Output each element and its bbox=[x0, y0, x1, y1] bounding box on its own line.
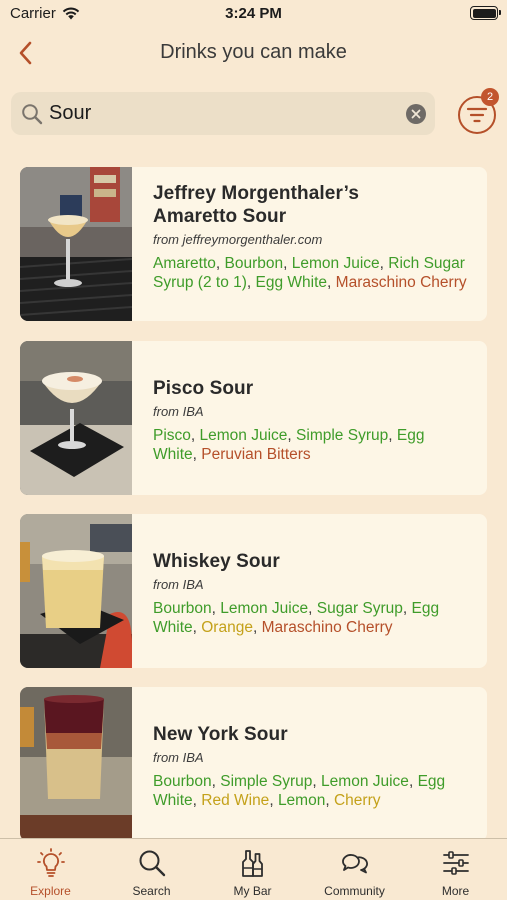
ingredient-available: Egg White bbox=[255, 274, 328, 291]
ingredient-available: Pisco bbox=[153, 427, 191, 444]
ingredient-list: Amaretto, Bourbon, Lemon Juice, Rich Sug… bbox=[153, 255, 467, 291]
tab-label: Search bbox=[132, 884, 171, 898]
tab-label: Explore bbox=[30, 884, 71, 898]
tab-label: Community bbox=[324, 884, 385, 898]
ingredient-available: Lemon Juice bbox=[291, 255, 380, 272]
ingredient-available: Bourbon bbox=[153, 600, 212, 617]
drink-photo bbox=[20, 687, 132, 841]
ingredient-missing: Maraschino Cherry bbox=[261, 619, 393, 636]
search-input[interactable] bbox=[49, 98, 399, 129]
ingredient-available: Lemon Juice bbox=[199, 427, 288, 444]
clear-search-button[interactable] bbox=[406, 104, 426, 124]
drink-name: Pisco Sour bbox=[153, 378, 254, 399]
drink-name: Jeffrey Morgenthaler’s Amaretto Sour bbox=[153, 183, 359, 227]
tab-label: My Bar bbox=[233, 884, 272, 898]
ingredient-substitute: Orange bbox=[201, 619, 253, 636]
tab-my-bar[interactable]: My Bar bbox=[202, 839, 303, 900]
ingredient-available: Lemon Juice bbox=[220, 600, 309, 617]
bottles-icon bbox=[241, 850, 263, 877]
drink-photo bbox=[20, 167, 132, 321]
drink-source: from IBA bbox=[153, 577, 204, 592]
drink-card[interactable]: Jeffrey Morgenthaler’s Amaretto Sour fro… bbox=[20, 167, 487, 321]
tab-bar: Explore Search My Bar Community More bbox=[0, 838, 507, 900]
search-bar bbox=[11, 92, 435, 135]
close-icon bbox=[411, 109, 421, 119]
drink-photo bbox=[20, 341, 132, 495]
drink-name: Whiskey Sour bbox=[153, 551, 280, 572]
status-bar: Carrier 3:24 PM bbox=[0, 0, 507, 30]
filter-count-badge: 2 bbox=[481, 88, 499, 106]
battery-icon bbox=[470, 6, 501, 20]
ingredient-available: Lemon Juice bbox=[321, 773, 409, 790]
search-icon bbox=[22, 104, 43, 125]
ingredient-available: Bourbon bbox=[153, 773, 212, 790]
ingredient-available: Amaretto bbox=[153, 255, 216, 272]
tab-explore[interactable]: Explore bbox=[0, 839, 101, 900]
ingredient-available: Sugar Syrup bbox=[316, 600, 403, 617]
ingredient-list: Bourbon, Simple Syrup, Lemon Juice, Egg … bbox=[153, 773, 446, 809]
ingredient-available: Bourbon bbox=[224, 255, 284, 272]
drink-source: from IBA bbox=[153, 404, 204, 419]
drink-name: New York Sour bbox=[153, 724, 288, 745]
ingredient-list: Pisco, Lemon Juice, Simple Syrup, Egg Wh… bbox=[153, 427, 425, 463]
page-title: Drinks you can make bbox=[160, 41, 347, 63]
tab-search[interactable]: Search bbox=[101, 839, 202, 900]
drink-card[interactable]: New York Sour from IBA Bourbon, Simple S… bbox=[20, 687, 487, 841]
drink-source: from jeffreymorgenthaler.com bbox=[153, 232, 323, 247]
search-icon bbox=[139, 850, 165, 877]
tab-label: More bbox=[441, 884, 470, 898]
nav-bar: Drinks you can make bbox=[0, 30, 507, 76]
ingredient-substitute: Red Wine bbox=[201, 792, 270, 809]
filter-icon bbox=[466, 107, 488, 123]
ingredient-missing: Peruvian Bitters bbox=[201, 446, 311, 463]
ingredient-missing: Maraschino Cherry bbox=[335, 274, 467, 291]
ingredient-available: Lemon bbox=[277, 792, 326, 809]
ingredient-substitute: Cherry bbox=[333, 792, 381, 809]
lightbulb-icon bbox=[36, 848, 65, 877]
drink-photo bbox=[20, 514, 132, 668]
drink-source: from IBA bbox=[153, 750, 204, 765]
ingredient-list: Bourbon, Lemon Juice, Sugar Syrup, Egg W… bbox=[153, 600, 440, 636]
ingredient-available: Simple Syrup bbox=[296, 427, 389, 444]
ingredient-available: Simple Syrup bbox=[220, 773, 313, 790]
drink-card[interactable]: Whiskey Sour from IBA Bourbon, Lemon Jui… bbox=[20, 514, 487, 668]
sliders-icon bbox=[442, 851, 469, 875]
chat-bubbles-icon bbox=[341, 854, 368, 874]
drink-card[interactable]: Pisco Sour from IBA Pisco, Lemon Juice, … bbox=[20, 341, 487, 495]
clock: 3:24 PM bbox=[225, 5, 282, 22]
tab-more[interactable]: More bbox=[405, 839, 506, 900]
tab-community[interactable]: Community bbox=[304, 839, 405, 900]
